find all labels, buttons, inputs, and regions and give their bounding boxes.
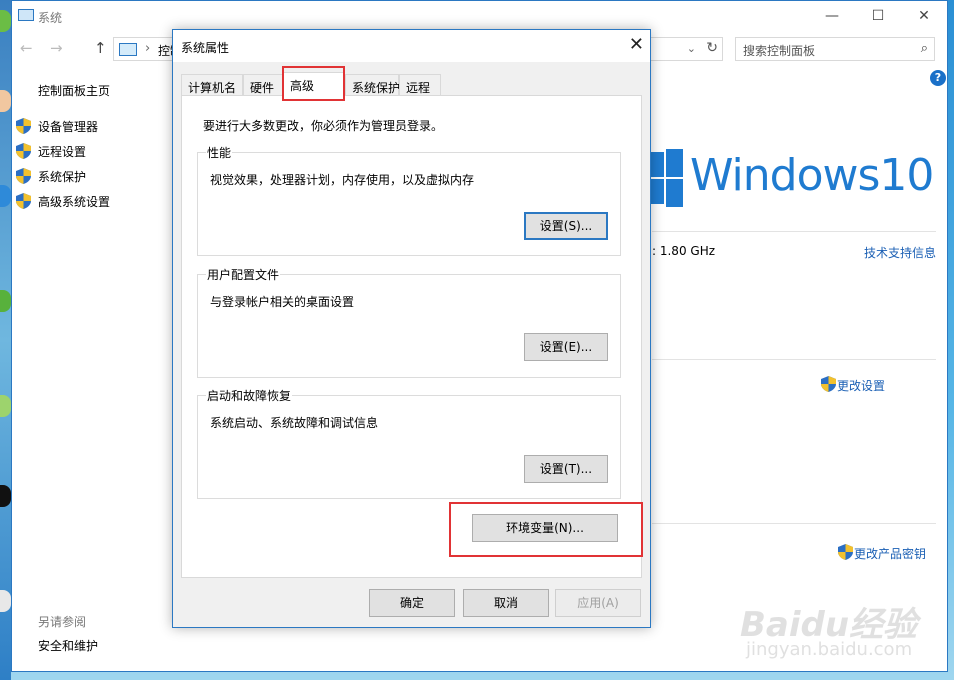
dialog-close-button[interactable]: ✕ bbox=[629, 34, 644, 55]
computer-icon bbox=[18, 9, 34, 21]
divider bbox=[652, 523, 936, 524]
breadcrumb-separator: › bbox=[145, 41, 151, 56]
os-wordmark: Windows10 bbox=[690, 150, 934, 201]
desktop-icon-fragment[interactable] bbox=[0, 290, 11, 312]
uac-shield-icon bbox=[16, 118, 31, 134]
divider bbox=[652, 359, 936, 360]
desktop-icon-fragment[interactable] bbox=[0, 395, 11, 417]
search-icon[interactable]: ⌕ bbox=[921, 41, 928, 56]
ok-button[interactable]: 确定 bbox=[369, 589, 455, 617]
close-button[interactable]: ✕ bbox=[914, 7, 934, 25]
desktop-icon-fragment[interactable] bbox=[0, 90, 11, 112]
tab-highlight-box bbox=[282, 66, 345, 101]
uac-shield-icon bbox=[16, 193, 31, 209]
tab-remote[interactable]: 远程 bbox=[399, 74, 441, 96]
change-settings-label: 更改设置 bbox=[837, 379, 886, 393]
uac-shield-icon bbox=[838, 544, 853, 560]
computer-icon bbox=[119, 43, 137, 56]
back-arrow-icon[interactable]: ← bbox=[20, 39, 33, 57]
admin-notice: 要进行大多数更改，你必须作为管理员登录。 bbox=[203, 119, 444, 133]
performance-legend: 性能 bbox=[206, 144, 233, 161]
system-properties-dialog: 系统属性 ✕ 计算机名 硬件 高级 系统保护 远程 要进行大多数更改，你必须作为… bbox=[172, 29, 651, 628]
window-title: 系统 bbox=[38, 11, 63, 25]
sidebar-item-label: 远程设置 bbox=[38, 145, 87, 159]
dialog-title: 系统属性 bbox=[181, 41, 230, 55]
startup-recovery-settings-button[interactable]: 设置(T)... bbox=[524, 455, 608, 483]
windows10-logo: Windows10 bbox=[649, 149, 939, 209]
refresh-icon[interactable]: ↻ bbox=[706, 40, 718, 56]
env-button-highlight-box bbox=[449, 502, 643, 557]
cpu-speed: : 1.80 GHz bbox=[652, 244, 716, 258]
sidebar-home-link[interactable]: 控制面板主页 bbox=[38, 82, 110, 99]
chevron-down-icon[interactable]: ⌄ bbox=[687, 42, 696, 55]
help-icon[interactable]: ? bbox=[930, 70, 946, 86]
desktop-strip bbox=[0, 0, 11, 680]
up-arrow-icon[interactable]: ↑ bbox=[94, 39, 107, 57]
user-profiles-group: 用户配置文件 与登录帐户相关的桌面设置 设置(E)... bbox=[197, 266, 621, 378]
divider bbox=[652, 231, 936, 232]
user-profiles-legend: 用户配置文件 bbox=[206, 266, 281, 283]
user-profiles-settings-button[interactable]: 设置(E)... bbox=[524, 333, 608, 361]
see-also-heading: 另请参阅 bbox=[38, 615, 87, 629]
tab-computer-name[interactable]: 计算机名 bbox=[181, 74, 243, 96]
cancel-button[interactable]: 取消 bbox=[463, 589, 549, 617]
desktop-icon-fragment[interactable] bbox=[0, 590, 11, 612]
performance-description: 视觉效果，处理器计划，内存使用，以及虚拟内存 bbox=[210, 173, 475, 187]
window-titlebar[interactable]: 系统 — ☐ ✕ bbox=[12, 1, 947, 32]
user-profiles-description: 与登录帐户相关的桌面设置 bbox=[210, 295, 355, 309]
performance-group: 性能 视觉效果，处理器计划，内存使用，以及虚拟内存 设置(S)... bbox=[197, 144, 621, 256]
watermark-url: jingyan.baidu.com bbox=[746, 639, 913, 660]
tab-hardware[interactable]: 硬件 bbox=[243, 74, 283, 96]
apply-button[interactable]: 应用(A) bbox=[555, 589, 641, 617]
sidebar-item-label: 系统保护 bbox=[38, 170, 87, 184]
forward-arrow-icon[interactable]: → bbox=[50, 39, 63, 57]
desktop-icon-fragment[interactable] bbox=[0, 10, 11, 32]
change-key-label: 更改产品密钥 bbox=[854, 547, 927, 561]
dialog-titlebar[interactable]: 系统属性 ✕ bbox=[173, 30, 650, 62]
desktop-icon-fragment[interactable] bbox=[0, 485, 11, 507]
tab-system-protection[interactable]: 系统保护 bbox=[345, 74, 400, 96]
minimize-button[interactable]: — bbox=[822, 7, 842, 25]
windows-logo-icon bbox=[649, 149, 683, 207]
startup-recovery-group: 启动和故障恢复 系统启动、系统故障和调试信息 设置(T)... bbox=[197, 387, 621, 499]
maximize-button[interactable]: ☐ bbox=[868, 7, 888, 25]
baidu-watermark: Baidu经验 jingyan.baidu.com bbox=[740, 597, 920, 667]
performance-settings-button[interactable]: 设置(S)... bbox=[524, 212, 608, 240]
uac-shield-icon bbox=[16, 143, 31, 159]
uac-shield-icon bbox=[16, 168, 31, 184]
support-info-link[interactable]: 技术支持信息 bbox=[864, 244, 936, 261]
startup-recovery-legend: 启动和故障恢复 bbox=[206, 387, 293, 404]
search-placeholder: 搜索控制面板 bbox=[743, 44, 816, 58]
desktop-icon-fragment[interactable] bbox=[0, 185, 11, 207]
security-maintenance-link[interactable]: 安全和维护 bbox=[38, 637, 98, 654]
sidebar-item-label: 设备管理器 bbox=[38, 120, 99, 134]
sidebar-item-label: 高级系统设置 bbox=[38, 195, 111, 209]
uac-shield-icon bbox=[821, 376, 836, 392]
search-input[interactable]: 搜索控制面板 ⌕ bbox=[735, 37, 935, 61]
startup-recovery-description: 系统启动、系统故障和调试信息 bbox=[210, 416, 379, 430]
